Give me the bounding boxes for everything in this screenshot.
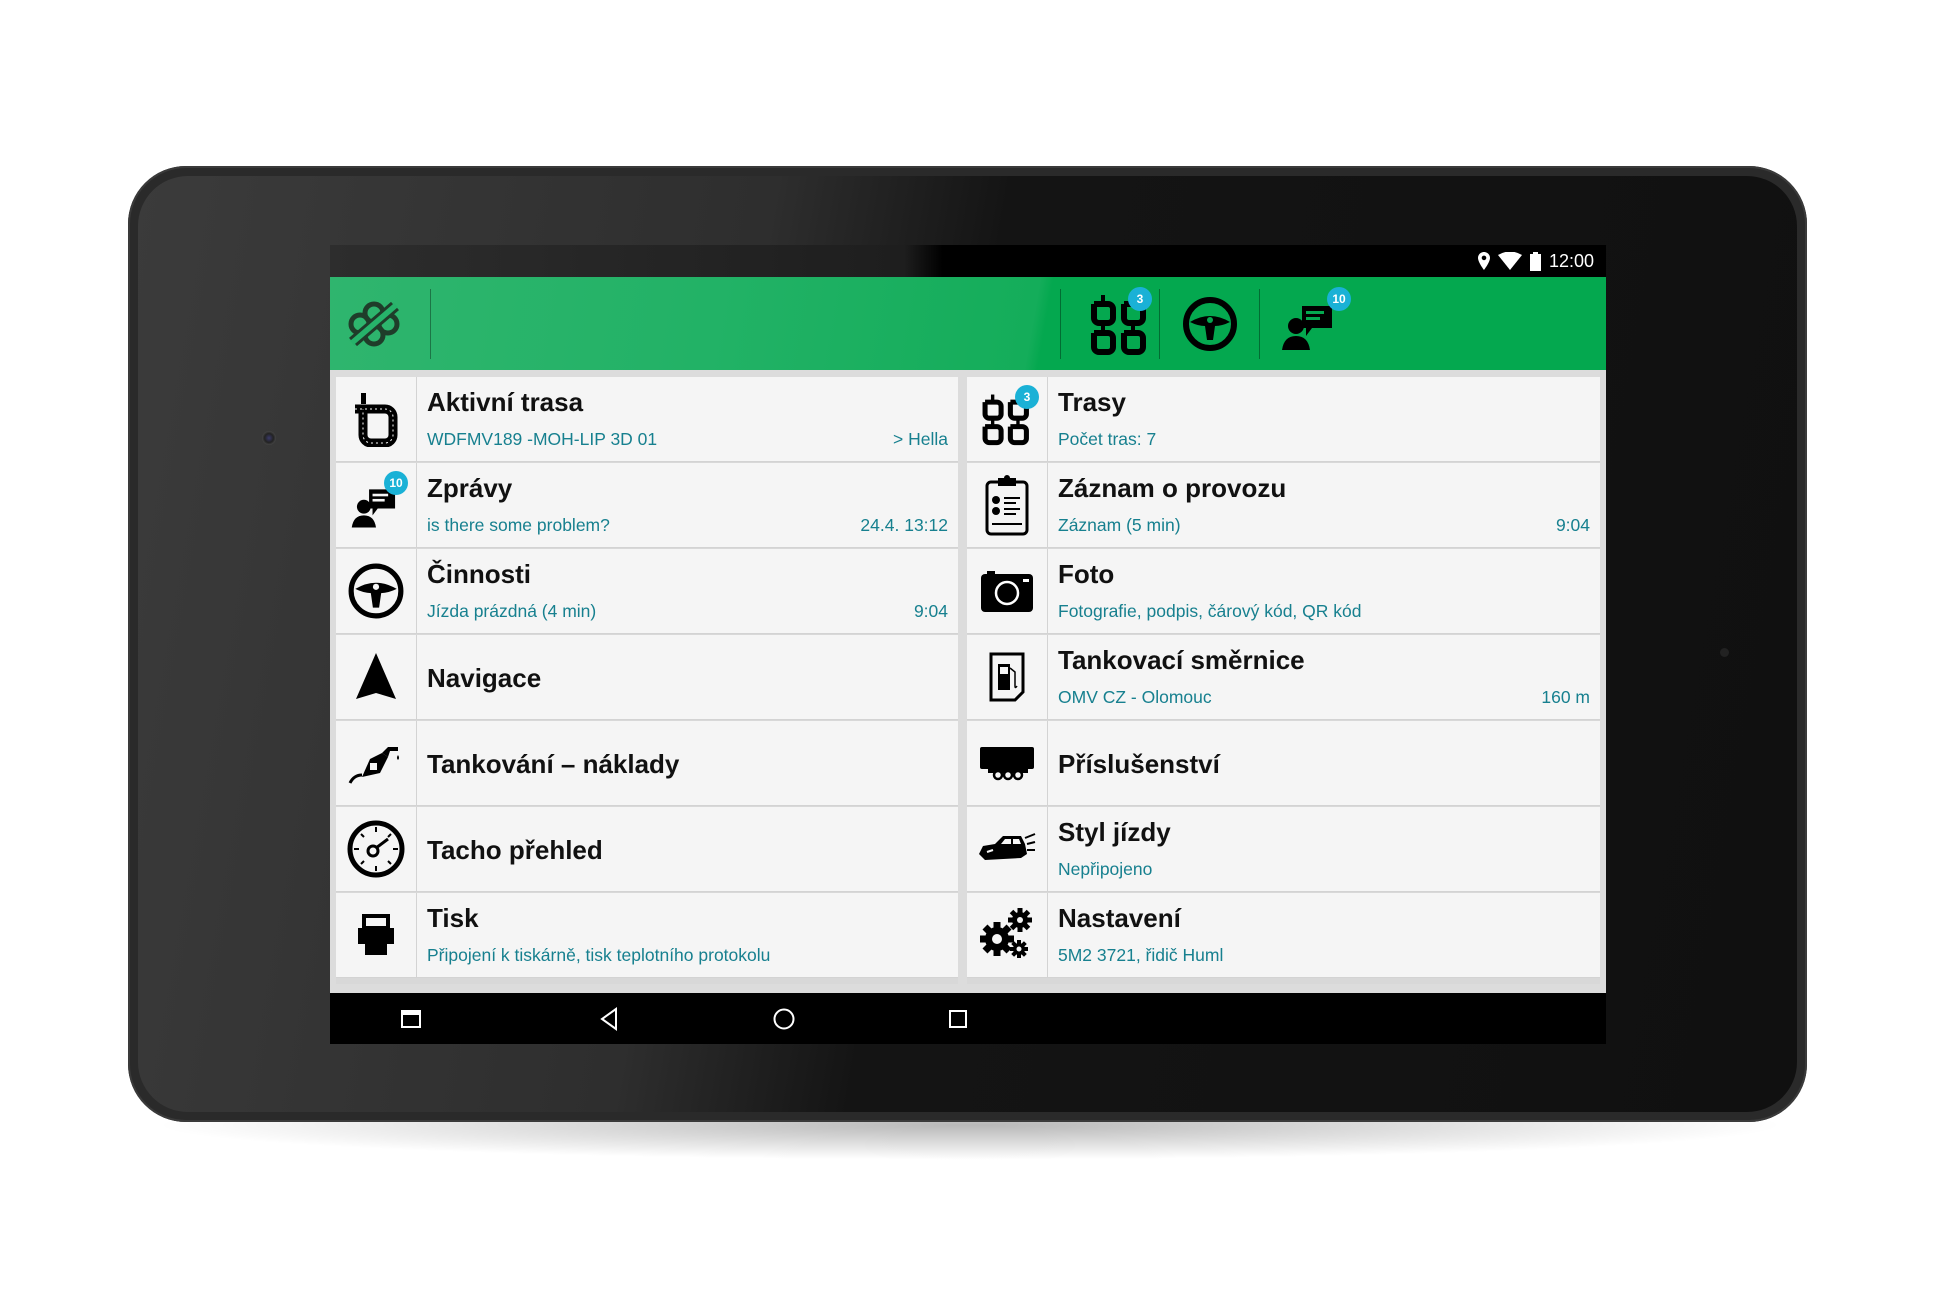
menu-item-title: Zprávy <box>427 473 513 503</box>
menu-item-meta: 24.4. 13:12 <box>860 515 948 535</box>
menu-item-activities[interactable]: Činnosti Jízda prázdná (4 min) 9:04 <box>336 549 958 634</box>
navigation-arrow-icon <box>356 653 396 699</box>
steering-wheel-icon <box>1183 297 1237 351</box>
app-bar: 3 10 <box>330 277 1606 370</box>
menu-item-title: Činnosti <box>427 559 531 589</box>
status-bar: 12:00 <box>330 245 1606 277</box>
fuel-station-document-icon <box>989 652 1025 702</box>
home-icon <box>773 1008 795 1030</box>
recents-icon <box>949 1010 967 1028</box>
app-logo-icon <box>348 301 400 347</box>
tachograph-icon <box>347 820 405 878</box>
menu-item-operation-log[interactable]: Záznam o provozu Záznam (5 min) 9:04 <box>967 463 1600 548</box>
menu-item-title: Navigace <box>427 663 542 693</box>
menu-item-title: Styl jízdy <box>1058 817 1171 847</box>
nav-back-button[interactable] <box>589 1003 629 1035</box>
menu-item-photo[interactable]: Foto Fotografie, podpis, čárový kód, QR … <box>967 549 1600 634</box>
system-nav-bar <box>330 993 1606 1044</box>
menu-item-meta: 9:04 <box>1555 515 1590 535</box>
fuel-nozzle-icon <box>348 747 399 784</box>
routes-badge: 3 <box>1128 287 1152 311</box>
front-camera <box>262 431 276 445</box>
menu-item-title: Tacho přehled <box>427 835 603 865</box>
status-time: 12:00 <box>1548 250 1594 271</box>
menu-item-messages[interactable]: 10 Zprávy is there some problem? 24.4. 1… <box>336 463 958 548</box>
back-icon <box>600 1007 617 1031</box>
menu-item-title: Tankování – náklady <box>427 749 680 779</box>
nav-menu-button[interactable] <box>391 1003 431 1035</box>
menu-item-subtitle: OMV CZ - Olomouc <box>1058 687 1212 707</box>
menu-item-title: Tisk <box>427 903 479 933</box>
menu-item-title: Foto <box>1058 559 1115 589</box>
menu-right-column: 3 Trasy Počet tras: 7 Záznam o provozu Z… <box>967 377 1600 984</box>
appbar-divider <box>1060 289 1061 359</box>
wifi-icon <box>1497 252 1522 270</box>
menu-item-subtitle: is there some problem? <box>427 515 610 535</box>
appbar-activities-button[interactable] <box>1165 287 1255 361</box>
menu-item-meta: 160 m <box>1541 687 1590 707</box>
menu-item-fueling-costs[interactable]: Tankování – náklady <box>336 721 958 806</box>
trailer-icon <box>980 747 1034 781</box>
menu-item-subtitle: Připojení k tiskárně, tisk teplotního pr… <box>427 945 771 965</box>
menu-item-title: Tankovací směrnice <box>1058 645 1305 675</box>
menu-item-tacho-overview[interactable]: Tacho přehled <box>336 807 958 892</box>
active-route-icon <box>355 393 398 447</box>
menu-item-routes[interactable]: 3 Trasy Počet tras: 7 <box>967 377 1600 462</box>
location-icon <box>1477 252 1490 270</box>
device-screen: 12:00 3 10 Aktivní trasa WDFMV189 -MOH-L… <box>330 245 1606 1044</box>
menu-item-fueling-directive[interactable]: Tankovací směrnice OMV CZ - Olomouc 160 … <box>967 635 1600 720</box>
sensor <box>1720 648 1729 657</box>
menu-item-subtitle: Fotografie, podpis, čárový kód, QR kód <box>1058 601 1362 621</box>
appbar-messages-button[interactable]: 10 <box>1265 287 1355 361</box>
appbar-divider <box>1259 289 1260 359</box>
messages-badge: 10 <box>1327 287 1351 311</box>
menu-item-navigation[interactable]: Navigace <box>336 635 958 720</box>
car-speed-icon <box>979 833 1036 860</box>
appbar-divider <box>430 289 431 359</box>
nav-recents-button[interactable] <box>938 1003 978 1035</box>
menu-item-subtitle: 5M2 3721, řidič Huml <box>1058 945 1224 965</box>
menu-item-title: Aktivní trasa <box>427 387 584 417</box>
menu-item-subtitle: WDFMV189 -MOH-LIP 3D 01 <box>427 429 658 449</box>
menu-item-accessories[interactable]: Příslušenství <box>967 721 1600 806</box>
menu-item-title: Příslušenství <box>1058 749 1220 779</box>
menu-item-title: Nastavení <box>1058 903 1181 933</box>
battery-icon <box>1529 251 1541 271</box>
camera-icon <box>981 571 1033 612</box>
gears-icon <box>980 908 1032 958</box>
menu-item-subtitle: Počet tras: 7 <box>1058 429 1157 449</box>
routes-badge: 3 <box>1015 385 1039 409</box>
menu-item-meta: 9:04 <box>913 601 948 621</box>
main-content: Aktivní trasa WDFMV189 -MOH-LIP 3D 01 > … <box>330 370 1606 993</box>
menu-window-icon <box>401 1010 421 1028</box>
menu-item-driving-style[interactable]: Styl jízdy Nepřipojeno <box>967 807 1600 892</box>
printer-icon <box>358 914 394 955</box>
menu-item-title: Záznam o provozu <box>1058 473 1287 503</box>
menu-item-subtitle: Jízda prázdná (4 min) <box>427 601 597 621</box>
nav-home-button[interactable] <box>764 1003 804 1035</box>
menu-item-subtitle: Záznam (5 min) <box>1058 515 1181 535</box>
menu-item-print[interactable]: Tisk Připojení k tiskárně, tisk teplotní… <box>336 893 958 978</box>
messages-badge: 10 <box>384 471 408 495</box>
menu-item-meta: > Hella <box>893 429 948 449</box>
menu-item-subtitle: Nepřipojeno <box>1058 859 1153 879</box>
appbar-divider <box>1159 289 1160 359</box>
app-logo-button[interactable] <box>344 299 404 349</box>
menu-left-column: Aktivní trasa WDFMV189 -MOH-LIP 3D 01 > … <box>336 377 958 984</box>
menu-item-title: Trasy <box>1058 387 1126 417</box>
menu-item-active-route[interactable]: Aktivní trasa WDFMV189 -MOH-LIP 3D 01 > … <box>336 377 958 462</box>
steering-wheel-icon <box>348 563 404 619</box>
appbar-routes-button[interactable]: 3 <box>1075 287 1165 361</box>
clipboard-checklist-icon <box>985 475 1029 536</box>
menu-item-settings[interactable]: Nastavení 5M2 3721, řidič Huml <box>967 893 1600 978</box>
